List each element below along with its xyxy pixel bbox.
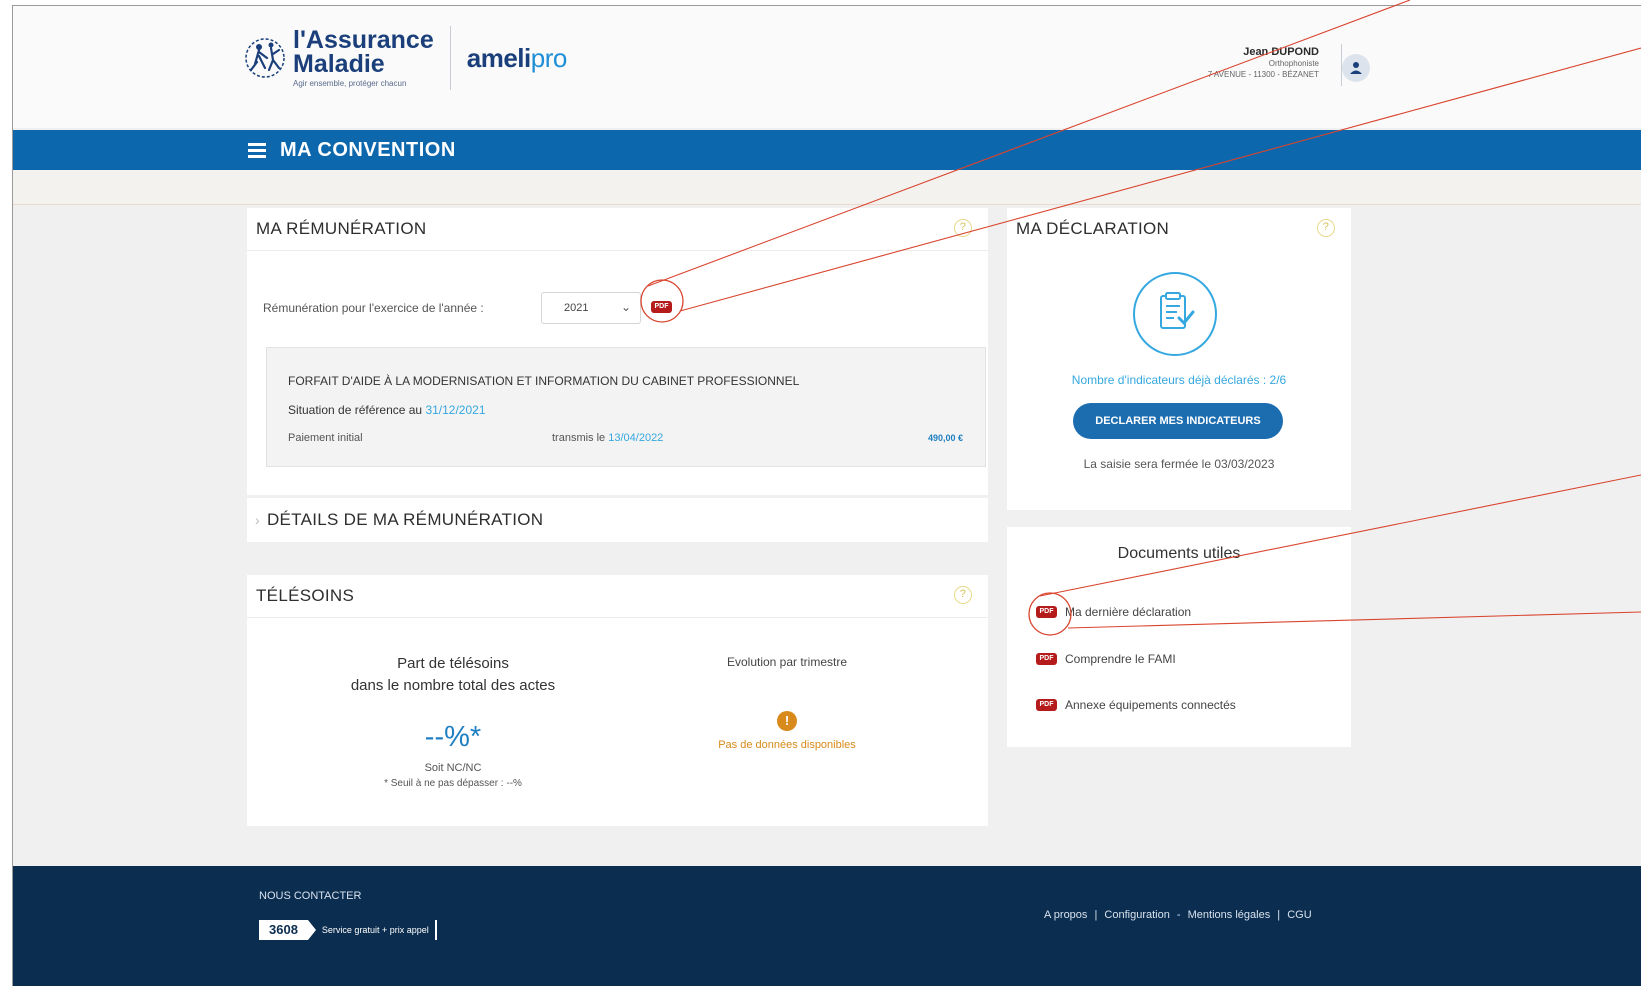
nav-inner: MA CONVENTION [248,139,456,162]
telesoins-soit: Soit NC/NC [424,762,482,774]
page-title: MA CONVENTION [280,138,456,161]
user-role: Orthophoniste [1268,59,1319,68]
forfait-payment-label: Paiement initial [288,432,363,444]
document-link-annexe-equipements[interactable]: PDF Annexe équipements connectés [1036,698,1236,712]
browser-viewport: l'Assurance Maladie Agir ensemble, proté… [12,5,1641,986]
remuneration-card: MA RÉMUNÉRATION ? Rémunération pour l'ex… [247,208,988,495]
forfait-box: FORFAIT D'AIDE À LA MODERNISATION ET INF… [266,347,986,467]
document-label: Annexe équipements connectés [1065,698,1236,712]
contact-heading: NOUS CONTACTER [259,890,362,902]
forfait-ref-date: 31/12/2021 [425,403,486,417]
documents-title: Documents utiles [1117,545,1241,562]
user-silhouette-icon [1350,62,1362,74]
forfait-reference: Situation de référence au 31/12/2021 [288,403,486,417]
declaration-header: MA DÉCLARATION ? [1007,208,1351,250]
telesoins-share-line1: Part de télésoins [397,655,509,672]
declare-indicators-button[interactable]: DECLARER MES INDICATEURS [1073,403,1283,439]
details-remuneration-toggle[interactable]: › DÉTAILS DE MA RÉMUNÉRATION [247,498,988,542]
chevron-right-icon: › [255,512,260,528]
assurance-maladie-logo[interactable]: l'Assurance Maladie Agir ensemble, proté… [243,26,567,90]
warning-icon: ! [777,711,797,731]
footer-link-apropos[interactable]: A propos [1044,909,1087,921]
footer-link-cgu[interactable]: CGU [1287,909,1311,921]
phone-info: Service gratuit + prix appel [315,920,437,940]
site-header: l'Assurance Maladie Agir ensemble, proté… [13,6,1641,128]
telesoins-share: Part de télésoins dans le nombre total d… [247,653,607,789]
user-info: Jean DUPOND Orthophoniste 7 AVENUE - 113… [1208,46,1319,80]
forfait-amount: 490,00 € [927,433,963,443]
documents-card: Documents utiles PDF Ma dernière déclara… [1007,527,1351,747]
footer-links: A propos | Configuration - Mentions léga… [1042,909,1314,921]
amelipro-logo-main: ameli [466,42,532,73]
phone-number-badge[interactable]: 3608 Service gratuit + prix appel [259,920,437,940]
telesoins-header: TÉLÉSOINS ? [247,575,988,618]
telesoins-title: TÉLÉSOINS [256,586,355,605]
logo-text: l'Assurance Maladie Agir ensemble, proté… [293,26,434,89]
footer-separator: | [1277,909,1281,921]
hamburger-icon[interactable] [248,140,266,161]
user-address: 7 AVENUE - 11300 - BÉZANET [1207,70,1319,79]
remuneration-header: MA RÉMUNÉRATION ? [247,208,988,251]
telesoins-threshold: * Seuil à ne pas dépasser : --% [384,778,522,789]
help-icon[interactable]: ? [1317,219,1335,237]
logo-divider [449,26,451,90]
year-select[interactable]: 2021 ⌄ [541,292,641,324]
forfait-transmission: transmis le 13/04/2022 [552,432,663,444]
phone-arrow-icon [307,920,316,940]
pdf-icon: PDF [1036,606,1057,618]
declaration-document-icon [1133,272,1217,356]
declared-indicators-count: Nombre d'indicateurs déjà déclarés : 2/6 [1071,373,1287,387]
document-check-icon [1160,292,1195,329]
no-data-message: Pas de données disponibles [718,739,856,751]
year-label: Rémunération pour l'exercice de l'année … [263,301,484,315]
forfait-title: FORFAIT D'AIDE À LA MODERNISATION ET INF… [288,374,800,388]
help-icon[interactable]: ? [954,586,972,604]
forfait-transmis-label: transmis le [552,432,606,444]
user-name: Jean DUPOND [1243,46,1319,58]
logo-line-2: Maladie [293,50,385,78]
telesoins-share-title: Part de télésoins dans le nombre total d… [299,653,607,697]
remuneration-title: MA RÉMUNÉRATION [256,219,427,238]
logo-tagline: Agir ensemble, protéger chacun [293,79,407,88]
pdf-icon: PDF [1036,653,1057,665]
telesoins-share-line2: dans le nombre total des actes [350,677,556,694]
footer-separator: - [1176,909,1181,921]
document-label: Comprendre le FAMI [1065,652,1176,666]
assurance-maladie-emblem-icon [245,38,285,78]
main-navbar: MA CONVENTION [13,130,1641,170]
document-label: Ma dernière déclaration [1065,605,1192,619]
declaration-closing-date: La saisie sera fermée le 03/03/2023 [1083,457,1275,471]
forfait-transmis-date: 13/04/2022 [608,432,664,444]
forfait-ref-label: Situation de référence au [288,403,423,417]
remuneration-pdf-icon[interactable]: PDF [651,301,672,313]
user-icon[interactable] [1342,54,1370,82]
chevron-down-icon: ⌄ [620,300,631,314]
evolution-title: Evolution par trimestre [726,655,848,669]
footer-link-mentions-legales[interactable]: Mentions légales [1188,909,1271,921]
footer-separator: | [1094,909,1098,921]
footer-link-configuration[interactable]: Configuration [1104,909,1169,921]
year-select-value: 2021 [564,302,589,314]
logo-line-1: l'Assurance [293,26,434,54]
amelipro-logo: amelipro [466,42,568,74]
details-title: DÉTAILS DE MA RÉMUNÉRATION [266,510,544,529]
declaration-card: MA DÉCLARATION ? Nombre d'indicateurs dé… [1007,208,1351,510]
document-link-comprendre-fami[interactable]: PDF Comprendre le FAMI [1036,652,1176,666]
phone-number: 3608 [259,920,308,940]
telesoins-card: TÉLÉSOINS ? Part de télésoins dans le no… [247,575,988,826]
telesoins-percent: --%* [424,721,482,753]
help-icon[interactable]: ? [954,219,972,237]
amelipro-logo-suffix: pro [530,42,568,73]
site-footer: NOUS CONTACTER 3608 Service gratuit + pr… [13,866,1641,986]
pdf-icon: PDF [1036,699,1057,711]
subheader-strip [13,170,1641,205]
declaration-title: MA DÉCLARATION [1016,219,1170,238]
document-link-derniere-declaration[interactable]: PDF Ma dernière déclaration [1036,605,1191,619]
telesoins-evolution: Evolution par trimestre ! Pas de données… [687,655,887,751]
